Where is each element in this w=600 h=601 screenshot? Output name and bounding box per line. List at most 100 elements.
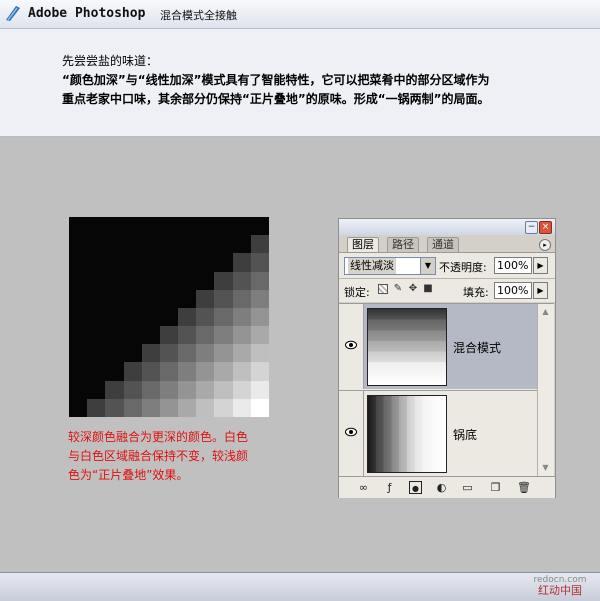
lock-move-icon[interactable]: ✥ [408, 284, 418, 294]
intro-line: 重点老家中口味，其余部分仍保持“正片叠地”的原味。形成“一锅两制”的局面。 [62, 92, 490, 106]
gradient-cell [196, 307, 215, 327]
trash-icon[interactable]: 🗑 [517, 481, 531, 494]
explanation-caption: 较深颜色融合为更深的颜色。白色 与白色区域融合保持不变，较浅颜 色为“正片叠地”… [68, 428, 283, 485]
gradient-cell [105, 289, 124, 308]
gradient-cell [159, 307, 179, 327]
gradient-cell [232, 344, 251, 363]
gradient-cell [69, 307, 88, 327]
style-icon[interactable]: ƒ [383, 481, 396, 494]
gradient-cell [141, 253, 160, 272]
gradient-cell [159, 398, 179, 417]
gradient-cell [87, 217, 106, 236]
scroll-down-icon[interactable]: ▼ [540, 462, 551, 473]
lock-all-icon[interactable]: ■ [423, 284, 433, 294]
gradient-cell [178, 398, 197, 417]
eye-icon [345, 427, 357, 437]
app-title: Adobe Photoshop [28, 6, 146, 21]
gradient-cell [178, 253, 197, 272]
gradient-cell [250, 344, 269, 363]
gradient-cell [87, 326, 106, 345]
gradient-cell [123, 344, 142, 363]
gradient-cell [87, 380, 106, 399]
gradient-cell [69, 235, 88, 254]
gradient-cell [196, 217, 215, 236]
lock-transparency-icon[interactable] [378, 284, 388, 294]
gradient-cell [69, 271, 88, 290]
tab-channels[interactable]: 通道 [427, 237, 459, 252]
close-button[interactable]: × [539, 221, 552, 234]
gradient-cell [250, 271, 269, 290]
gradient-cell [123, 307, 142, 327]
fill-arrow-icon[interactable]: ▶ [533, 282, 548, 299]
gradient-cell [232, 307, 251, 327]
adjustment-icon[interactable]: ◐ [435, 481, 448, 494]
tab-paths[interactable]: 路径 [387, 237, 419, 252]
gradient-cell [250, 398, 269, 417]
gradient-cell [123, 235, 142, 254]
eye-icon [345, 340, 357, 350]
gradient-cell [232, 326, 251, 345]
layer-thumbnail [367, 308, 447, 386]
visibility-toggle[interactable] [339, 304, 364, 389]
gradient-cell [141, 271, 160, 290]
group-icon[interactable]: ▭ [461, 481, 474, 494]
gradient-cell [69, 253, 88, 272]
gradient-cell [232, 271, 251, 290]
link-icon[interactable]: ∞ [357, 481, 370, 494]
opacity-field[interactable]: 100% [494, 257, 532, 274]
minimize-button[interactable]: − [525, 221, 538, 234]
scrollbar[interactable]: ▲ ▼ [537, 303, 554, 476]
gradient-cell [159, 271, 179, 290]
mask-icon[interactable]: ● [409, 481, 422, 494]
caption-line: 与白色区域融合保持不变，较浅颜 [68, 449, 249, 463]
gradient-cell [196, 235, 215, 254]
gradient-cell [159, 380, 179, 399]
blend-mode-select[interactable]: 线性减淡 ▼ [344, 257, 436, 275]
gradient-cell [232, 380, 251, 399]
gradient-cell [87, 344, 106, 363]
gradient-cell [123, 362, 142, 381]
gradient-cell [214, 380, 233, 399]
fill-field[interactable]: 100% [494, 282, 532, 299]
gradient-cell [250, 326, 269, 345]
gradient-cell [232, 253, 251, 272]
gradient-cell [178, 289, 197, 308]
gradient-cell [105, 380, 124, 399]
layer-row[interactable]: 混合模式 [339, 304, 537, 389]
gradient-cell [214, 307, 233, 327]
gradient-cell [214, 289, 233, 308]
gradient-cell [232, 289, 251, 308]
gradient-cell [69, 362, 88, 381]
gradient-cell [123, 271, 142, 290]
gradient-cell [196, 362, 215, 381]
panel-toolbar: ∞ ƒ ● ◐ ▭ ❐ 🗑 [339, 476, 555, 498]
opacity-arrow-icon[interactable]: ▶ [533, 257, 548, 274]
gradient-cell [178, 307, 197, 327]
scroll-up-icon[interactable]: ▲ [540, 306, 551, 317]
gradient-cell [232, 235, 251, 254]
lock-brush-icon[interactable]: ✎ [393, 284, 403, 294]
visibility-toggle[interactable] [339, 391, 364, 476]
chevron-down-icon[interactable]: ▼ [420, 258, 435, 274]
gradient-cell [232, 398, 251, 417]
gradient-cell [123, 253, 142, 272]
gradient-cell [141, 398, 160, 417]
tab-layers[interactable]: 图层 [347, 237, 379, 253]
gradient-cell [123, 289, 142, 308]
gradient-cell [250, 253, 269, 272]
gradient-cell [250, 362, 269, 381]
panel-menu-icon[interactable]: ▸ [539, 239, 551, 251]
gradient-cell [196, 253, 215, 272]
layer-name: 锅底 [453, 428, 478, 442]
layer-row[interactable]: 锅底 [339, 390, 537, 476]
gradient-cell [159, 326, 179, 345]
gradient-cell [214, 253, 233, 272]
gradient-cell [105, 217, 124, 236]
gradient-cell [178, 235, 197, 254]
gradient-cell [196, 289, 215, 308]
gradient-cell [141, 326, 160, 345]
gradient-cell [178, 362, 197, 381]
new-layer-icon[interactable]: ❐ [489, 481, 502, 494]
lock-row: 锁定: ✎ ✥ ■ 填充: 100% ▶ [339, 278, 555, 302]
gradient-cell [178, 380, 197, 399]
